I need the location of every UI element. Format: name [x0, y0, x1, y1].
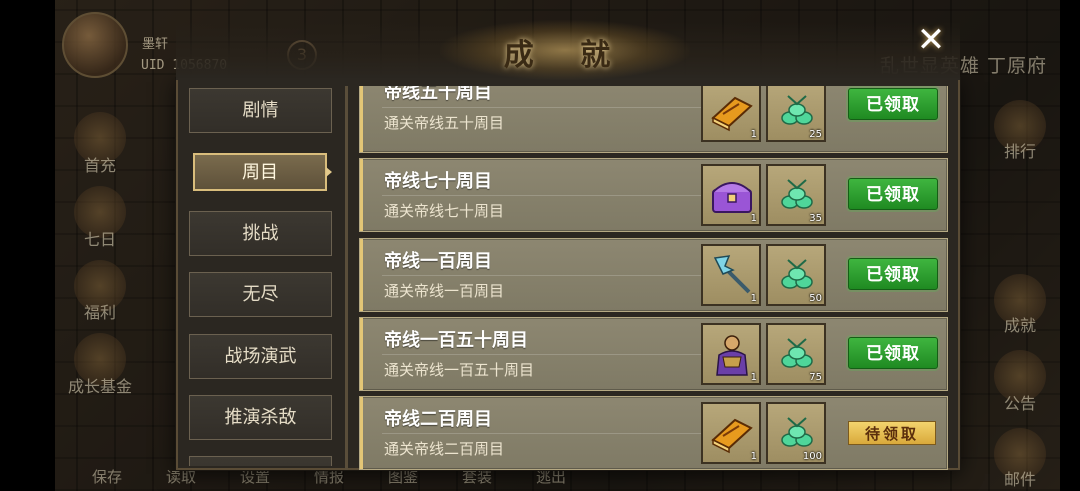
tab-partial[interactable]: [189, 456, 332, 466]
achievement-desc: 通关帝线五十周目: [384, 114, 505, 132]
reward-slot[interactable]: 50: [766, 244, 826, 306]
reward-count: 1: [750, 451, 757, 462]
claim-button[interactable]: 待领取: [848, 421, 936, 445]
achievement-row: 帝线五十周目 通关帝线五十周目 1 25 已领取: [359, 86, 948, 153]
achievement-desc: 通关帝线七十周目: [384, 202, 505, 220]
claimed-button[interactable]: 已领取: [848, 258, 938, 290]
achievement-title: 帝线五十周目: [384, 86, 492, 103]
reward-slot[interactable]: 75: [766, 323, 826, 385]
tab-sim-kills[interactable]: 推演杀敌: [189, 395, 332, 440]
category-tabs: 剧情 周目 挑战 无尽 战场演武 推演杀敌: [186, 86, 336, 466]
jade-ingot-icon: [781, 259, 813, 289]
row-divider: [382, 354, 702, 355]
achievement-title: 帝线七十周目: [384, 171, 492, 192]
reward-count: 1: [750, 293, 757, 304]
tab-challenge[interactable]: 挑战: [189, 211, 332, 256]
achievement-title: 帝线一百周目: [384, 251, 492, 272]
achievement-desc: 通关帝线一百周目: [384, 282, 505, 300]
menu-announcement[interactable]: 公告: [985, 390, 1055, 414]
screen-edge-left: [0, 0, 55, 491]
achievement-title: 帝线二百周目: [384, 409, 492, 430]
treasure-chest-icon: [712, 182, 752, 213]
menu-seven-day[interactable]: 七日: [65, 226, 135, 250]
row-divider: [382, 195, 702, 196]
jade-ingot-icon: [781, 95, 813, 125]
achievement-row: 帝线二百周目 通关帝线二百周目 1 100 待领取: [359, 396, 948, 470]
jade-ingot-icon: [781, 417, 813, 447]
row-divider: [382, 107, 702, 108]
menu-save[interactable]: 保存: [70, 466, 144, 491]
reward-count: 100: [802, 451, 822, 462]
halberd-icon: [713, 255, 751, 294]
left-side-menu: 首充 七日 福利 成长基金: [60, 0, 140, 491]
achievement-row: 帝线七十周目 通关帝线七十周目 1 35 已领取: [359, 158, 948, 232]
reward-count: 35: [809, 213, 822, 224]
reward-slot[interactable]: 1: [701, 164, 761, 226]
reward-slot[interactable]: 1: [701, 402, 761, 464]
book-icon: [711, 418, 753, 454]
menu-first-recharge[interactable]: 首充: [65, 152, 135, 176]
tab-battlefield-drill[interactable]: 战场演武: [189, 334, 332, 379]
achievement-row: 帝线一百五十周目 通关帝线一百五十周目 1 75 已领取: [359, 317, 948, 391]
tab-cycles[interactable]: 周目: [193, 153, 327, 191]
menu-mail[interactable]: 邮件: [985, 466, 1055, 490]
claimed-button[interactable]: 已领取: [848, 178, 938, 210]
reward-count: 1: [750, 129, 757, 140]
dialog-title: 成 就: [503, 38, 629, 73]
right-side-menu: 排行 成就 公告 邮件: [980, 0, 1060, 491]
row-divider: [382, 433, 702, 434]
achievement-row: 帝线一百周目 通关帝线一百周目 1 50 已领取: [359, 238, 948, 312]
achievement-desc: 通关帝线一百五十周目: [384, 361, 535, 379]
reward-count: 1: [750, 213, 757, 224]
claimed-button[interactable]: 已领取: [848, 337, 938, 369]
active-tab-arrow-icon: [326, 167, 332, 177]
book-icon: [711, 96, 753, 132]
jade-ingot-icon: [781, 338, 813, 368]
achievement-desc: 通关帝线二百周目: [384, 440, 505, 458]
menu-achievement[interactable]: 成就: [985, 312, 1055, 336]
reward-count: 1: [750, 372, 757, 383]
general-portrait-icon: [716, 335, 748, 376]
reward-count: 25: [809, 129, 822, 140]
jade-ingot-icon: [781, 179, 813, 209]
screen-edge-right: [1060, 0, 1080, 491]
reward-slot[interactable]: 100: [766, 402, 826, 464]
player-name: 墨轩: [142, 37, 169, 52]
reward-slot[interactable]: 1: [701, 244, 761, 306]
tab-endless[interactable]: 无尽: [189, 272, 332, 317]
row-divider: [382, 275, 702, 276]
reward-slot[interactable]: 25: [766, 86, 826, 142]
achievement-list[interactable]: 帝线五十周目 通关帝线五十周目 1 25 已领取 帝线七十周目 通关帝线七十周目: [345, 86, 955, 470]
menu-growth-fund[interactable]: 成长基金: [60, 373, 140, 397]
reward-count: 50: [809, 293, 822, 304]
tab-story[interactable]: 剧情: [189, 88, 332, 133]
reward-slot[interactable]: 1: [701, 323, 761, 385]
close-button[interactable]: ✕: [910, 20, 952, 62]
menu-ranking[interactable]: 排行: [985, 138, 1055, 162]
reward-slot[interactable]: 1: [701, 86, 761, 142]
reward-count: 75: [809, 372, 822, 383]
achievement-title: 帝线一百五十周目: [384, 330, 528, 351]
claimed-button[interactable]: 已领取: [848, 88, 938, 120]
menu-welfare[interactable]: 福利: [65, 299, 135, 323]
reward-slot[interactable]: 35: [766, 164, 826, 226]
